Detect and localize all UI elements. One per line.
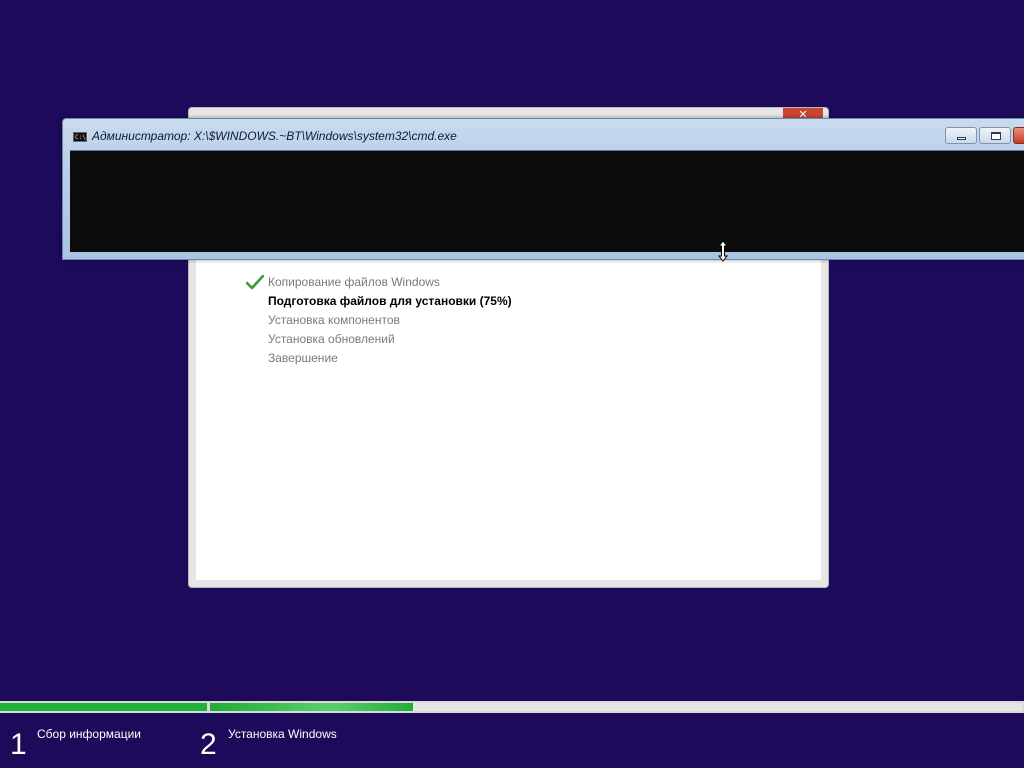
install-steps-list: Копирование файлов Windows Подготовка фа… (246, 273, 512, 368)
close-button[interactable] (1013, 127, 1024, 144)
step-installing-updates: Установка обновлений (246, 330, 512, 349)
step-label: Установка компонентов (268, 313, 400, 327)
step-label: Копирование файлов Windows (268, 275, 440, 289)
console-icon: C:\ (73, 132, 87, 142)
stage-number: 2 (200, 728, 217, 761)
minimize-button[interactable] (945, 127, 977, 144)
stage-number: 1 (10, 728, 27, 761)
minimize-icon (957, 137, 966, 140)
console-output-area[interactable] (70, 150, 1024, 252)
stage-label: Сбор информации (37, 727, 141, 741)
step-finishing: Завершение (246, 349, 512, 368)
step-label: Завершение (268, 351, 338, 365)
progress-segment-collecting (0, 703, 207, 711)
cmd-titlebar[interactable]: C:\ Администратор: X:\$WINDOWS.~BT\Windo… (63, 119, 1024, 149)
step-copying-files: Копирование файлов Windows (246, 273, 512, 292)
progress-fill (0, 703, 207, 711)
step-label: Подготовка файлов для установки (75%) (268, 294, 512, 308)
cmd-window[interactable]: C:\ Администратор: X:\$WINDOWS.~BT\Windo… (62, 118, 1024, 260)
step-installing-features: Установка компонентов (246, 311, 512, 330)
maximize-icon (991, 132, 1001, 140)
checkmark-icon (246, 275, 264, 290)
desktop-background: ✕ Копирование файлов Windows Подготовка … (0, 0, 1024, 768)
stage-label: Установка Windows (228, 727, 337, 741)
resize-cursor-icon (717, 240, 729, 262)
progress-segment-installing (210, 703, 1022, 711)
progress-fill (210, 703, 413, 711)
step-label: Установка обновлений (268, 332, 395, 346)
cmd-window-title: Администратор: X:\$WINDOWS.~BT\Windows\s… (92, 129, 457, 143)
step-preparing-files: Подготовка файлов для установки (75%) (246, 292, 512, 311)
maximize-button[interactable] (979, 127, 1011, 144)
